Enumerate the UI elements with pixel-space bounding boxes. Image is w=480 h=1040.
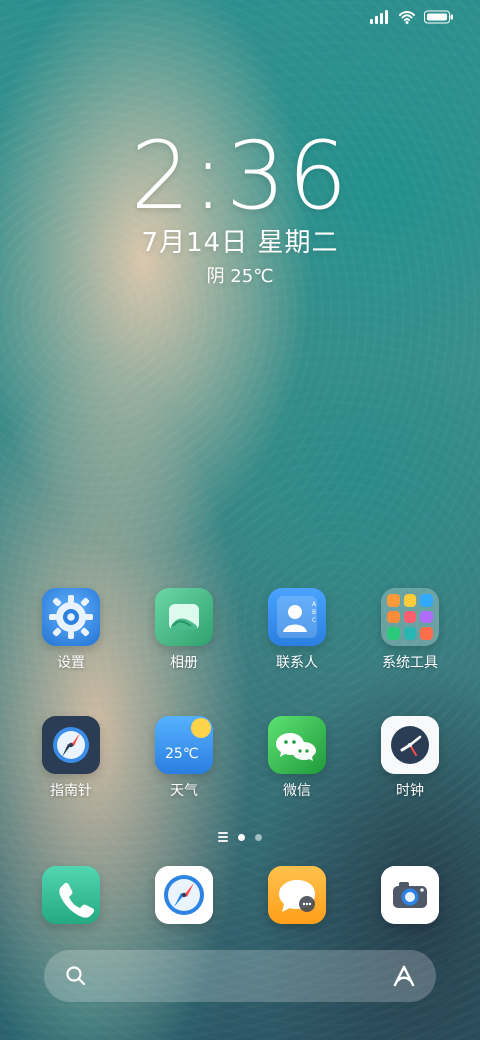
app-settings[interactable]: 设置 (16, 588, 126, 672)
page-indicator-menu (218, 832, 228, 842)
app-clock[interactable]: 时钟 (355, 716, 465, 800)
gear-icon (42, 588, 100, 646)
wechat-icon (268, 716, 326, 774)
camera-icon (381, 866, 439, 924)
clock-date: 7月14日 星期二 (141, 228, 339, 258)
compass-icon (42, 716, 100, 774)
app-label: 相册 (170, 655, 198, 671)
phone-icon (42, 866, 100, 924)
page-dot-current (238, 833, 245, 841)
assistant-icon[interactable] (390, 962, 418, 990)
app-label: 指南针 (50, 783, 92, 799)
contacts-icon: A B C (268, 588, 326, 646)
message-bubble-icon (268, 866, 326, 924)
folder-grid-icon (381, 588, 439, 646)
signal-icon (370, 10, 388, 24)
app-wechat[interactable]: 微信 (242, 716, 352, 800)
weather-summary: 阴 25℃ (206, 266, 274, 287)
clock-time: 2:36 (130, 122, 350, 231)
app-label: 天气 (170, 783, 198, 799)
browser-compass-icon (155, 866, 213, 924)
page-dot (255, 833, 262, 841)
dock-messages[interactable] (242, 866, 352, 924)
battery-icon (424, 10, 453, 24)
svg-text:C: C (312, 617, 316, 624)
app-contacts[interactable]: A B C 联系人 (242, 588, 352, 672)
app-label: 联系人 (276, 655, 318, 671)
app-label: 时钟 (396, 783, 424, 799)
app-label: 系统工具 (382, 655, 438, 671)
status-bar (370, 10, 454, 24)
app-gallery[interactable]: 相册 (129, 588, 239, 672)
search-bar[interactable] (44, 950, 436, 1002)
page-indicator (0, 832, 480, 842)
app-compass[interactable]: 指南针 (16, 716, 126, 800)
app-weather[interactable]: 25℃ 天气 (129, 716, 239, 800)
dock-browser[interactable] (129, 866, 239, 924)
dock-phone[interactable] (16, 866, 126, 924)
wifi-icon (399, 11, 415, 24)
app-system-tools[interactable]: 系统工具 (355, 588, 465, 672)
gallery-icon (155, 588, 213, 646)
app-label: 设置 (57, 655, 85, 671)
weather-icon: 25℃ (155, 716, 213, 774)
search-icon[interactable] (64, 964, 88, 988)
app-label: 微信 (283, 783, 311, 799)
dock-camera[interactable] (355, 866, 465, 924)
clock-icon (381, 716, 439, 774)
weather-temp: 25℃ (165, 746, 199, 762)
svg-text:B: B (312, 609, 316, 616)
